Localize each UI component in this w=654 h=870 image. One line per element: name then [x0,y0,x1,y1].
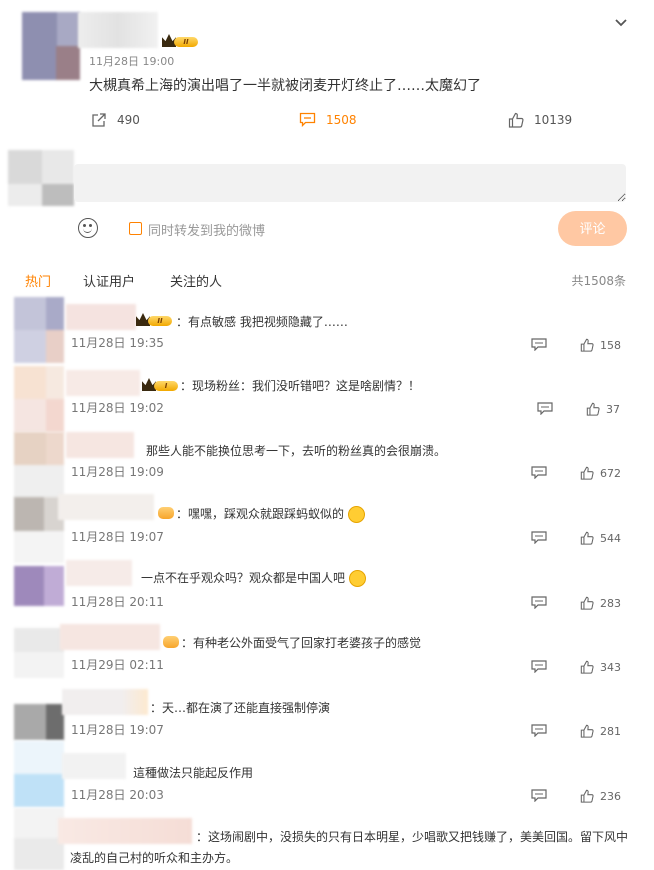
comment-text: ：有点敏感 我把视频隐藏了…… [176,315,348,329]
username[interactable] [62,689,148,715]
reply-icon[interactable] [531,531,547,544]
repost-count: 490 [117,113,140,127]
comment-like-button[interactable]: 343 [580,660,621,674]
like-icon [580,466,594,480]
like-icon [580,338,594,352]
username[interactable] [66,370,140,396]
like-count: 158 [600,338,621,352]
comment-text: ：嘿嘿，踩观众就跟踩蚂蚁似的 [176,505,365,523]
like-count: 544 [600,531,621,545]
avatar[interactable] [14,497,64,563]
reply-icon[interactable] [531,338,547,351]
repost-checkbox-label[interactable]: 同时转发到我的微博 [148,220,265,239]
post-text: 大槻真希上海的演出唱了一半就被闭麦开灯终止了……太魔幻了 [89,78,481,94]
comment-text: ：现场粉丝：我们没听错吧？这是啥剧情？！ [180,379,421,393]
submit-comment-button[interactable]: 评论 [558,211,627,246]
comment-time: 11月28日 20:03 [71,788,164,802]
comment-text: ：这场闹剧中，没损失的只有日本明星，少唱歌又把钱赚了，美美回国。留下风中 [196,830,629,844]
like-icon [580,789,594,803]
comment-text: 一点不在乎观众吗？观众都是中国人吧 [141,569,366,587]
vip-crown-icon: II [136,313,172,327]
comment-like-button[interactable]: 158 [580,338,621,352]
comment-time: 11月29日 02:11 [71,658,164,672]
crying-emoji-icon [347,506,365,523]
avatar[interactable] [14,366,64,432]
comment-time: 11月28日 20:11 [71,595,164,609]
emoji-icon[interactable] [78,218,98,238]
comment-like-button[interactable]: 283 [580,596,621,610]
comment-input[interactable] [74,164,626,202]
comment-text: ：有种老公外面受气了回家打老婆孩子的感觉 [181,636,422,650]
like-count: 283 [600,596,621,610]
username[interactable] [66,560,132,586]
comment-like-button[interactable]: 544 [580,531,621,545]
username[interactable] [60,624,160,650]
like-count: 236 [600,789,621,803]
username[interactable] [58,818,192,844]
post-author-avatar[interactable] [22,12,80,80]
vip-crown-icon: I [142,378,178,392]
like-count: 672 [600,466,621,480]
repost-checkbox[interactable] [129,222,142,235]
comment-text: 那些人能不能换位思考一下，去听的粉丝真的会很崩溃。 [146,444,447,458]
username[interactable] [62,753,126,779]
reply-icon[interactable] [531,724,547,737]
like-icon [580,724,594,738]
username[interactable] [66,432,134,458]
comment-icon [299,112,316,127]
tab-hot[interactable]: 热门 [25,271,51,290]
reply-icon[interactable] [531,596,547,609]
smile-emoji-icon [348,570,366,587]
my-avatar [8,150,74,206]
comment-button[interactable]: 1508 [299,112,357,127]
fan-badge-icon [158,507,174,519]
avatar[interactable] [14,741,64,807]
avatar[interactable] [14,297,64,363]
comment-time: 11月28日 19:09 [71,465,164,479]
comment-like-button[interactable]: 281 [580,724,621,738]
like-count: 10139 [534,113,573,127]
like-icon [508,112,524,128]
comment-text: ：天…都在演了还能直接强制停演 [150,701,331,715]
like-icon [580,660,594,674]
tab-verified[interactable]: 认证用户 [83,271,135,290]
like-count: 343 [600,660,621,674]
comment-time: 11月28日 19:02 [71,401,164,415]
comment-time: 11月28日 19:07 [71,530,164,544]
tab-following[interactable]: 关注的人 [170,271,222,290]
like-icon [580,531,594,545]
repost-button[interactable]: 490 [91,112,140,128]
reply-icon[interactable] [531,660,547,673]
comment-like-button[interactable]: 672 [580,466,621,480]
username[interactable] [66,304,136,330]
reply-icon[interactable] [537,402,553,415]
fan-badge-icon [163,636,179,648]
comment-text-continued: 凌乱的自己村的听众和主办方。 [70,851,239,865]
comment-count: 1508 [326,112,357,127]
avatar[interactable] [14,566,64,606]
comment-text: 這種做法只能起反作用 [133,766,254,780]
avatar[interactable] [14,432,64,498]
post-author-name[interactable] [78,12,158,48]
reply-icon[interactable] [531,789,547,802]
avatar[interactable] [14,628,64,678]
post-time: 11月28日 19:00 [89,55,175,68]
username[interactable] [58,494,154,520]
reply-icon[interactable] [531,466,547,479]
vip-crown-icon: II [162,34,198,48]
like-icon [580,596,594,610]
comment-time: 11月28日 19:35 [71,336,164,350]
avatar[interactable] [14,808,64,870]
avatar[interactable] [14,704,64,740]
comment-like-button[interactable]: 37 [586,402,620,416]
total-comments: 共1508条 [571,274,626,288]
like-count: 37 [606,402,620,416]
like-icon [586,402,600,416]
comment-like-button[interactable]: 236 [580,789,621,803]
like-button[interactable]: 10139 [508,112,572,128]
comment-time: 11月28日 19:07 [71,723,164,737]
like-count: 281 [600,724,621,738]
chevron-down-icon[interactable] [614,16,628,30]
repost-icon [92,113,106,127]
